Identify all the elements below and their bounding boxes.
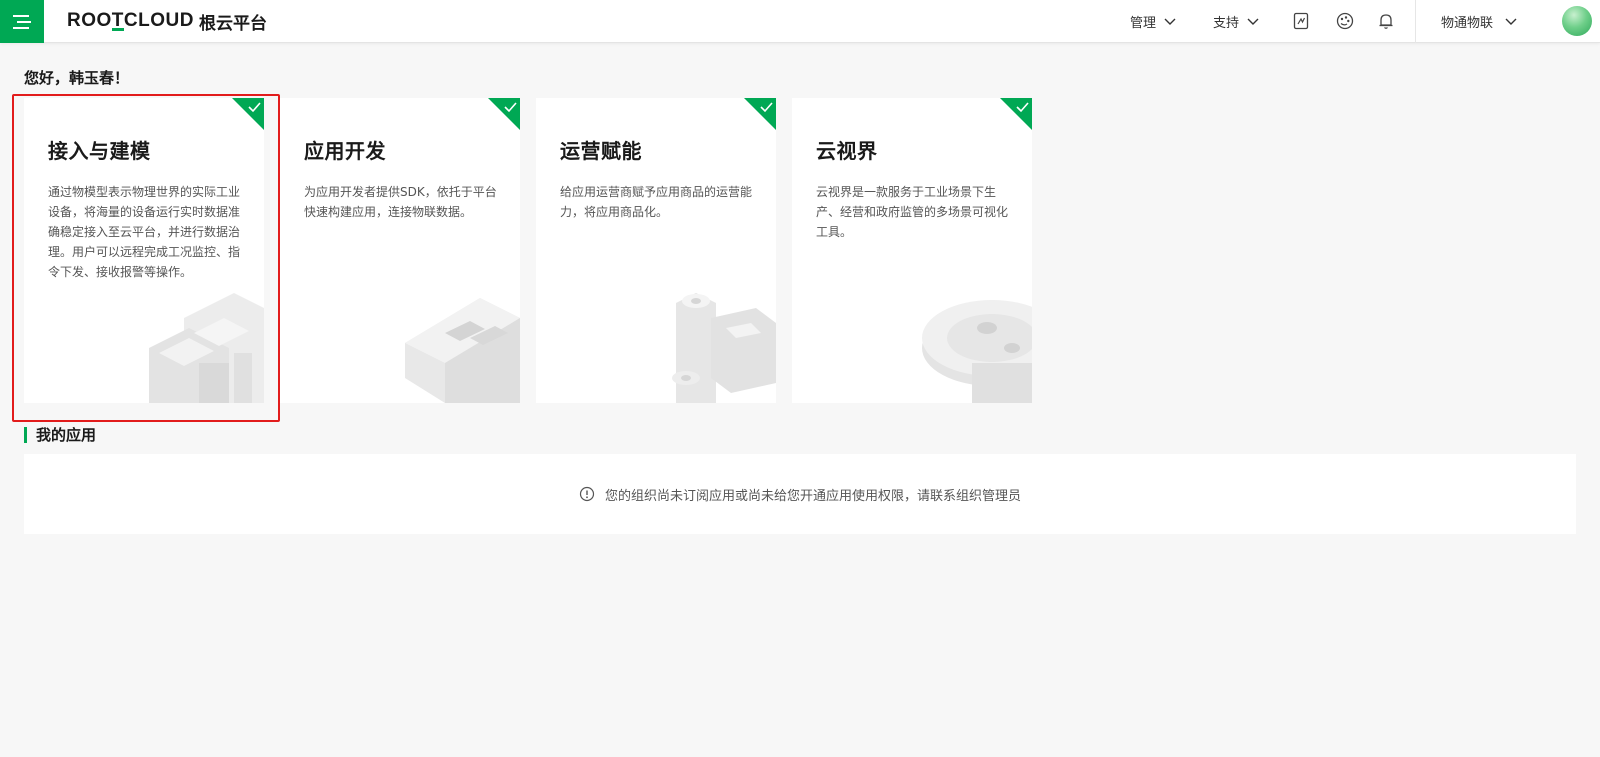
- top-header: ROOTCLOUD 根云平台 管理 支持 物通物联: [0, 0, 1600, 43]
- checkmark-corner-icon: [232, 98, 264, 130]
- my-apps-title: 我的应用: [24, 426, 96, 444]
- workspace-label: 物通物联: [1441, 16, 1494, 31]
- card-description: 通过物模型表示物理世界的实际工业设备，将海量的设备运行实时数据准确稳定接入至云平…: [48, 185, 241, 279]
- info-icon: [579, 486, 595, 502]
- menu-icon: [13, 14, 31, 29]
- checkmark-corner-icon: [744, 98, 776, 130]
- nav-support-label: 支持: [1213, 16, 1240, 31]
- palette-icon[interactable]: [1336, 12, 1354, 30]
- header-divider: [1415, 0, 1416, 43]
- workspace-selector[interactable]: 物通物联: [1441, 0, 1517, 43]
- logo-text-en: ROOTCLOUD: [67, 10, 194, 31]
- my-apps-empty-panel: 您的组织尚未订阅应用或尚未给您开通应用使用权限，请联系组织管理员: [24, 454, 1576, 534]
- rootcloud-logo[interactable]: ROOTCLOUD 根云平台: [67, 10, 267, 34]
- checkmark-corner-icon: [1000, 98, 1032, 130]
- card-operation-enablement[interactable]: 运营赋能 给应用运营商赋予应用商品的运营能力，将应用商品化。: [536, 98, 776, 403]
- card-description: 云视界是一款服务于工业场景下生产、经营和政府监管的多场景可视化工具。: [816, 185, 1009, 239]
- chevron-down-icon: [1505, 18, 1517, 26]
- modeling-illustration-icon: [149, 293, 264, 403]
- card-title: 运营赋能: [560, 139, 642, 163]
- checkmark-corner-icon: [488, 98, 520, 130]
- nav-manage-label: 管理: [1130, 16, 1157, 31]
- card-title: 云视界: [816, 139, 878, 163]
- operation-illustration-icon: [672, 293, 776, 403]
- development-illustration-icon: [405, 298, 520, 403]
- nav-support[interactable]: 支持: [1213, 0, 1259, 43]
- card-app-development[interactable]: 应用开发 为应用开发者提供SDK，依托于平台快速构建应用，连接物联数据。: [280, 98, 520, 403]
- logo-text-cn: 根云平台: [198, 13, 267, 34]
- bell-icon[interactable]: [1377, 12, 1395, 30]
- nav-manage[interactable]: 管理: [1130, 0, 1176, 43]
- card-cloud-vision[interactable]: 云视界 云视界是一款服务于工业场景下生产、经营和政府监管的多场景可视化工具。: [792, 98, 1032, 403]
- cloud-vision-illustration-icon: [922, 300, 1032, 403]
- chevron-down-icon: [1247, 18, 1259, 26]
- card-access-modeling[interactable]: 接入与建模 通过物模型表示物理世界的实际工业设备，将海量的设备运行实时数据准确稳…: [24, 98, 264, 403]
- card-title: 应用开发: [304, 139, 386, 163]
- menu-button[interactable]: [0, 0, 44, 43]
- empty-message: 您的组织尚未订阅应用或尚未给您开通应用使用权限，请联系组织管理员: [604, 488, 1021, 504]
- document-icon[interactable]: [1292, 12, 1310, 30]
- greeting-text: 您好，韩玉春！: [24, 69, 130, 87]
- chevron-down-icon: [1164, 18, 1176, 26]
- user-avatar[interactable]: [1562, 6, 1592, 36]
- card-description: 为应用开发者提供SDK，依托于平台快速构建应用，连接物联数据。: [304, 185, 497, 219]
- card-title: 接入与建模: [48, 139, 151, 163]
- card-description: 给应用运营商赋予应用商品的运营能力，将应用商品化。: [560, 185, 753, 219]
